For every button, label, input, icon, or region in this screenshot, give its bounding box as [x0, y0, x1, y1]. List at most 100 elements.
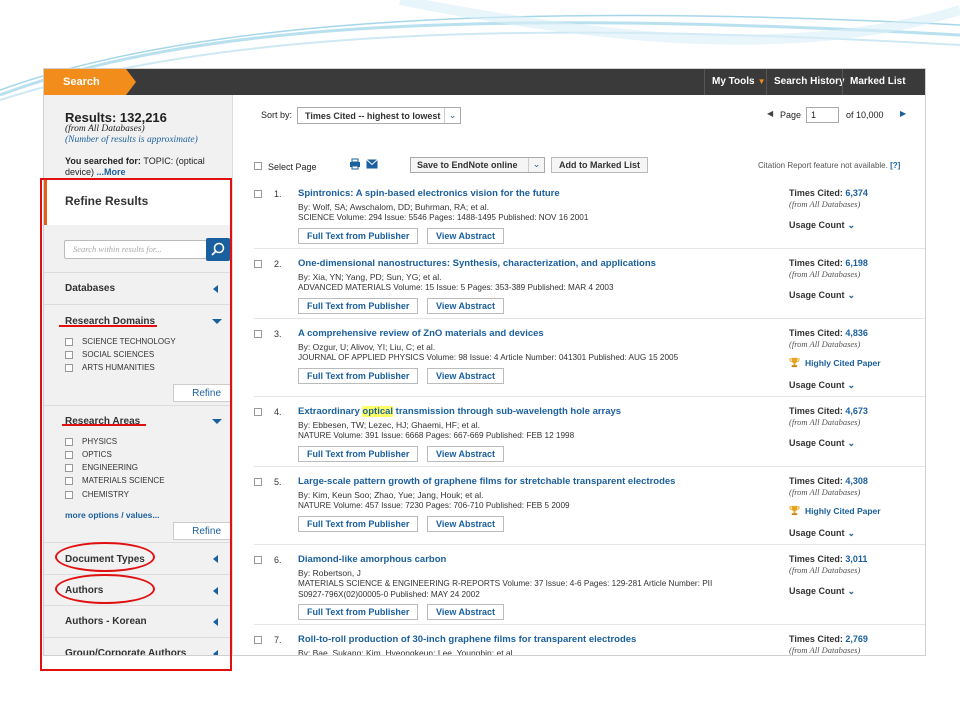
times-cited-link[interactable]: 4,836	[845, 328, 868, 338]
sort-selected: Times Cited -- highest to lowest	[305, 111, 441, 121]
times-cited-source: (from All Databases)	[789, 269, 861, 279]
searched-prefix: You searched for:	[65, 156, 144, 166]
my-tools-menu[interactable]: My Tools ▼	[704, 69, 773, 95]
help-link[interactable]: [?]	[890, 161, 900, 170]
usage-count-label: Usage Count	[789, 438, 845, 448]
page-number-input[interactable]: 1	[806, 107, 839, 123]
result-checkbox[interactable]	[254, 636, 262, 644]
times-cited-label: Times Cited:	[789, 258, 846, 268]
full-text-button[interactable]: Full Text from Publisher	[298, 446, 419, 462]
page-of-label: of 10,000	[846, 110, 884, 120]
result-divider	[254, 396, 925, 397]
times-cited: Times Cited: 3,011	[789, 554, 867, 564]
times-cited: Times Cited: 6,198	[789, 258, 868, 268]
dropdown-caret-icon: ▼	[757, 77, 766, 86]
result-number: 3.	[274, 329, 282, 339]
approx-link[interactable]: (Number of results is approximate)	[65, 135, 198, 145]
times-cited: Times Cited: 4,308	[789, 476, 868, 486]
times-cited-link[interactable]: 6,198	[845, 258, 868, 268]
highly-cited-label: Highly Cited Paper	[805, 506, 881, 516]
title-part: transmission through sub-wavelength hole…	[393, 406, 622, 417]
result-checkbox[interactable]	[254, 478, 262, 486]
times-cited-link[interactable]: 4,308	[845, 476, 868, 486]
view-abstract-button[interactable]: View Abstract	[427, 446, 505, 462]
result-title-link[interactable]: Diamond-like amorphous carbon	[298, 554, 446, 565]
full-text-button[interactable]: Full Text from Publisher	[298, 516, 419, 532]
result-checkbox[interactable]	[254, 330, 262, 338]
title-part: Extraordinary	[298, 406, 363, 417]
usage-count-toggle[interactable]: Usage Count ⌄	[789, 528, 855, 539]
result-divider	[254, 466, 925, 467]
usage-count-toggle[interactable]: Usage Count ⌄	[789, 586, 855, 597]
times-cited-label: Times Cited:	[789, 406, 846, 416]
top-navigation-bar: Search My Tools ▼ Search History Marked L…	[44, 69, 925, 95]
usage-count-label: Usage Count	[789, 220, 845, 230]
result-checkbox[interactable]	[254, 260, 262, 268]
result-source: ADVANCED MATERIALS Volume: 15 Issue: 5 P…	[298, 283, 614, 292]
result-checkbox[interactable]	[254, 556, 262, 564]
times-cited-source: (from All Databases)	[789, 339, 861, 349]
result-title-link[interactable]: Roll-to-roll production of 30-inch graph…	[298, 634, 636, 645]
email-icon[interactable]	[366, 159, 378, 169]
search-tab[interactable]: Search	[44, 69, 136, 95]
result-title-link[interactable]: Large-scale pattern growth of graphene f…	[298, 476, 675, 487]
full-text-button[interactable]: Full Text from Publisher	[298, 228, 419, 244]
my-tools-label: My Tools	[712, 76, 755, 87]
times-cited-source: (from All Databases)	[789, 417, 861, 427]
select-page-checkbox[interactable]	[254, 162, 262, 170]
times-cited-link[interactable]: 2,769	[845, 634, 868, 644]
next-page-icon[interactable]: ▶	[900, 109, 906, 118]
times-cited-link[interactable]: 3,011	[845, 554, 867, 564]
add-marked-list-button[interactable]: Add to Marked List	[551, 157, 649, 173]
result-authors: By: Kim, Keun Soo; Zhao, Yue; Jang, Houk…	[298, 490, 484, 500]
print-icon[interactable]	[349, 158, 361, 170]
searched-for-cont: device) ...More	[65, 167, 126, 177]
more-link[interactable]: ...More	[97, 167, 126, 177]
view-abstract-button[interactable]: View Abstract	[427, 516, 505, 532]
times-cited-link[interactable]: 6,374	[845, 188, 868, 198]
result-title-link[interactable]: Extraordinary optical transmission throu…	[298, 406, 621, 417]
usage-count-toggle[interactable]: Usage Count ⌄	[789, 380, 855, 391]
result-checkbox[interactable]	[254, 190, 262, 198]
result-title-link[interactable]: Spintronics: A spin-based electronics vi…	[298, 188, 560, 199]
usage-count-toggle[interactable]: Usage Count ⌄	[789, 290, 855, 301]
citation-note: Citation Report feature not available. […	[758, 161, 900, 170]
highly-cited-badge[interactable]: Highly Cited Paper	[789, 357, 881, 368]
times-cited: Times Cited: 4,836	[789, 328, 868, 338]
view-abstract-button[interactable]: View Abstract	[427, 298, 505, 314]
sort-label: Sort by:	[261, 110, 293, 120]
results-count: Results: 132,216	[65, 110, 167, 125]
result-title-link[interactable]: A comprehensive review of ZnO materials …	[298, 328, 544, 339]
save-endnote-label: Save to EndNote online	[417, 160, 518, 170]
result-source: NATURE Volume: 457 Issue: 7230 Pages: 70…	[298, 501, 570, 510]
sort-select[interactable]: Times Cited -- highest to lowest ⌄	[297, 107, 461, 124]
results-main: Sort by: Times Cited -- highest to lowes…	[234, 95, 925, 655]
usage-count-toggle[interactable]: Usage Count ⌄	[789, 220, 855, 231]
view-abstract-button[interactable]: View Abstract	[427, 604, 505, 620]
times-cited-link[interactable]: 4,673	[845, 406, 868, 416]
full-text-button[interactable]: Full Text from Publisher	[298, 298, 419, 314]
prev-page-icon[interactable]: ◀	[767, 109, 773, 118]
result-checkbox[interactable]	[254, 408, 262, 416]
usage-count-toggle[interactable]: Usage Count ⌄	[789, 438, 855, 449]
highly-cited-badge[interactable]: Highly Cited Paper	[789, 505, 881, 516]
marked-list-link[interactable]: Marked List	[842, 69, 913, 95]
full-text-button[interactable]: Full Text from Publisher	[298, 368, 419, 384]
chevron-down-icon: ⌄	[847, 290, 856, 300]
result-authors: By: Ozgur, U; Alivov, YI; Liu, C; et al.	[298, 342, 436, 352]
search-history-link[interactable]: Search History	[766, 69, 852, 95]
annotation-underline	[62, 424, 146, 426]
chevron-down-icon: ⌄	[847, 528, 856, 538]
full-text-button[interactable]: Full Text from Publisher	[298, 604, 419, 620]
view-abstract-button[interactable]: View Abstract	[427, 368, 505, 384]
times-cited: Times Cited: 6,374	[789, 188, 868, 198]
times-cited: Times Cited: 2,769	[789, 634, 868, 644]
view-abstract-button[interactable]: View Abstract	[427, 228, 505, 244]
save-endnote-split-button[interactable]: Save to EndNote online ⌄	[410, 157, 545, 173]
result-number: 2.	[274, 259, 282, 269]
result-authors: By: Ebbesen, TW; Lezec, HJ; Ghaemi, HF; …	[298, 420, 481, 430]
chevron-down-icon[interactable]: ⌄	[528, 158, 544, 172]
result-divider	[254, 624, 925, 625]
result-title-link[interactable]: One-dimensional nanostructures: Synthesi…	[298, 258, 656, 269]
times-cited: Times Cited: 4,673	[789, 406, 868, 416]
